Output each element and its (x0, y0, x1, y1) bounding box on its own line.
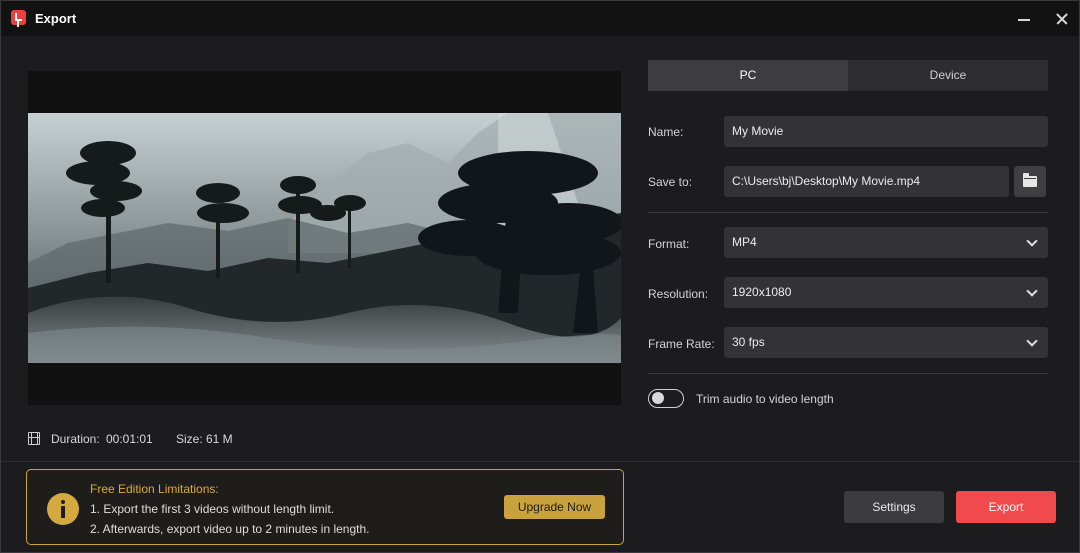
save-to-label: Save to: (648, 175, 693, 189)
export-target-tabs: PC Device (648, 60, 1048, 91)
limitation-line-2: 2. Afterwards, export video up to 2 minu… (90, 522, 370, 536)
app-logo-icon (11, 10, 26, 25)
footer-divider (1, 461, 1079, 462)
format-select[interactable]: MP4 (724, 227, 1048, 258)
chevron-down-icon (1026, 335, 1038, 347)
limitations-title: Free Edition Limitations: (90, 482, 219, 496)
size-value: 61 M (206, 432, 233, 446)
trim-audio-label: Trim audio to video length (696, 392, 834, 406)
frame-rate-select[interactable]: 30 fps (724, 327, 1048, 358)
limitation-line-1: 1. Export the first 3 videos without len… (90, 502, 335, 516)
section-divider (648, 373, 1048, 374)
format-label: Format: (648, 237, 690, 251)
minimize-icon[interactable] (1013, 8, 1035, 30)
size-label: Size: (176, 432, 203, 446)
title-bar: Export (1, 1, 1079, 36)
free-edition-notice: Free Edition Limitations: 1. Export the … (26, 469, 624, 545)
browse-folder-button[interactable] (1014, 166, 1046, 197)
export-window: Export Duration: 00:01:01 Size: 61 M PC … (0, 0, 1080, 553)
resolution-label: Resolution: (648, 287, 709, 301)
format-value: MP4 (732, 235, 757, 249)
folder-icon (1023, 173, 1037, 187)
frame-rate-value: 30 fps (732, 335, 765, 349)
preview-thumbnail (28, 113, 621, 363)
name-label: Name: (648, 125, 684, 139)
export-button[interactable]: Export (956, 491, 1056, 523)
section-divider (648, 212, 1048, 213)
duration-label: Duration: (51, 432, 100, 446)
resolution-value: 1920x1080 (732, 285, 792, 299)
tab-pc[interactable]: PC (648, 60, 848, 91)
save-path-input[interactable]: C:\Users\bj\Desktop\My Movie.mp4 (724, 166, 1009, 197)
toggle-knob (652, 392, 664, 404)
video-preview (28, 71, 621, 405)
film-icon (28, 432, 40, 445)
frame-rate-label: Frame Rate: (648, 337, 715, 351)
trim-audio-toggle[interactable] (648, 389, 684, 408)
window-title: Export (35, 11, 77, 26)
resolution-select[interactable]: 1920x1080 (724, 277, 1048, 308)
duration-value: 00:01:01 (106, 432, 153, 446)
info-icon (47, 493, 79, 525)
tab-device[interactable]: Device (848, 60, 1048, 91)
name-input[interactable]: My Movie (724, 116, 1048, 147)
close-icon[interactable] (1051, 8, 1073, 30)
upgrade-now-button[interactable]: Upgrade Now (504, 495, 605, 519)
settings-button[interactable]: Settings (844, 491, 944, 523)
chevron-down-icon (1026, 285, 1038, 297)
chevron-down-icon (1026, 235, 1038, 247)
